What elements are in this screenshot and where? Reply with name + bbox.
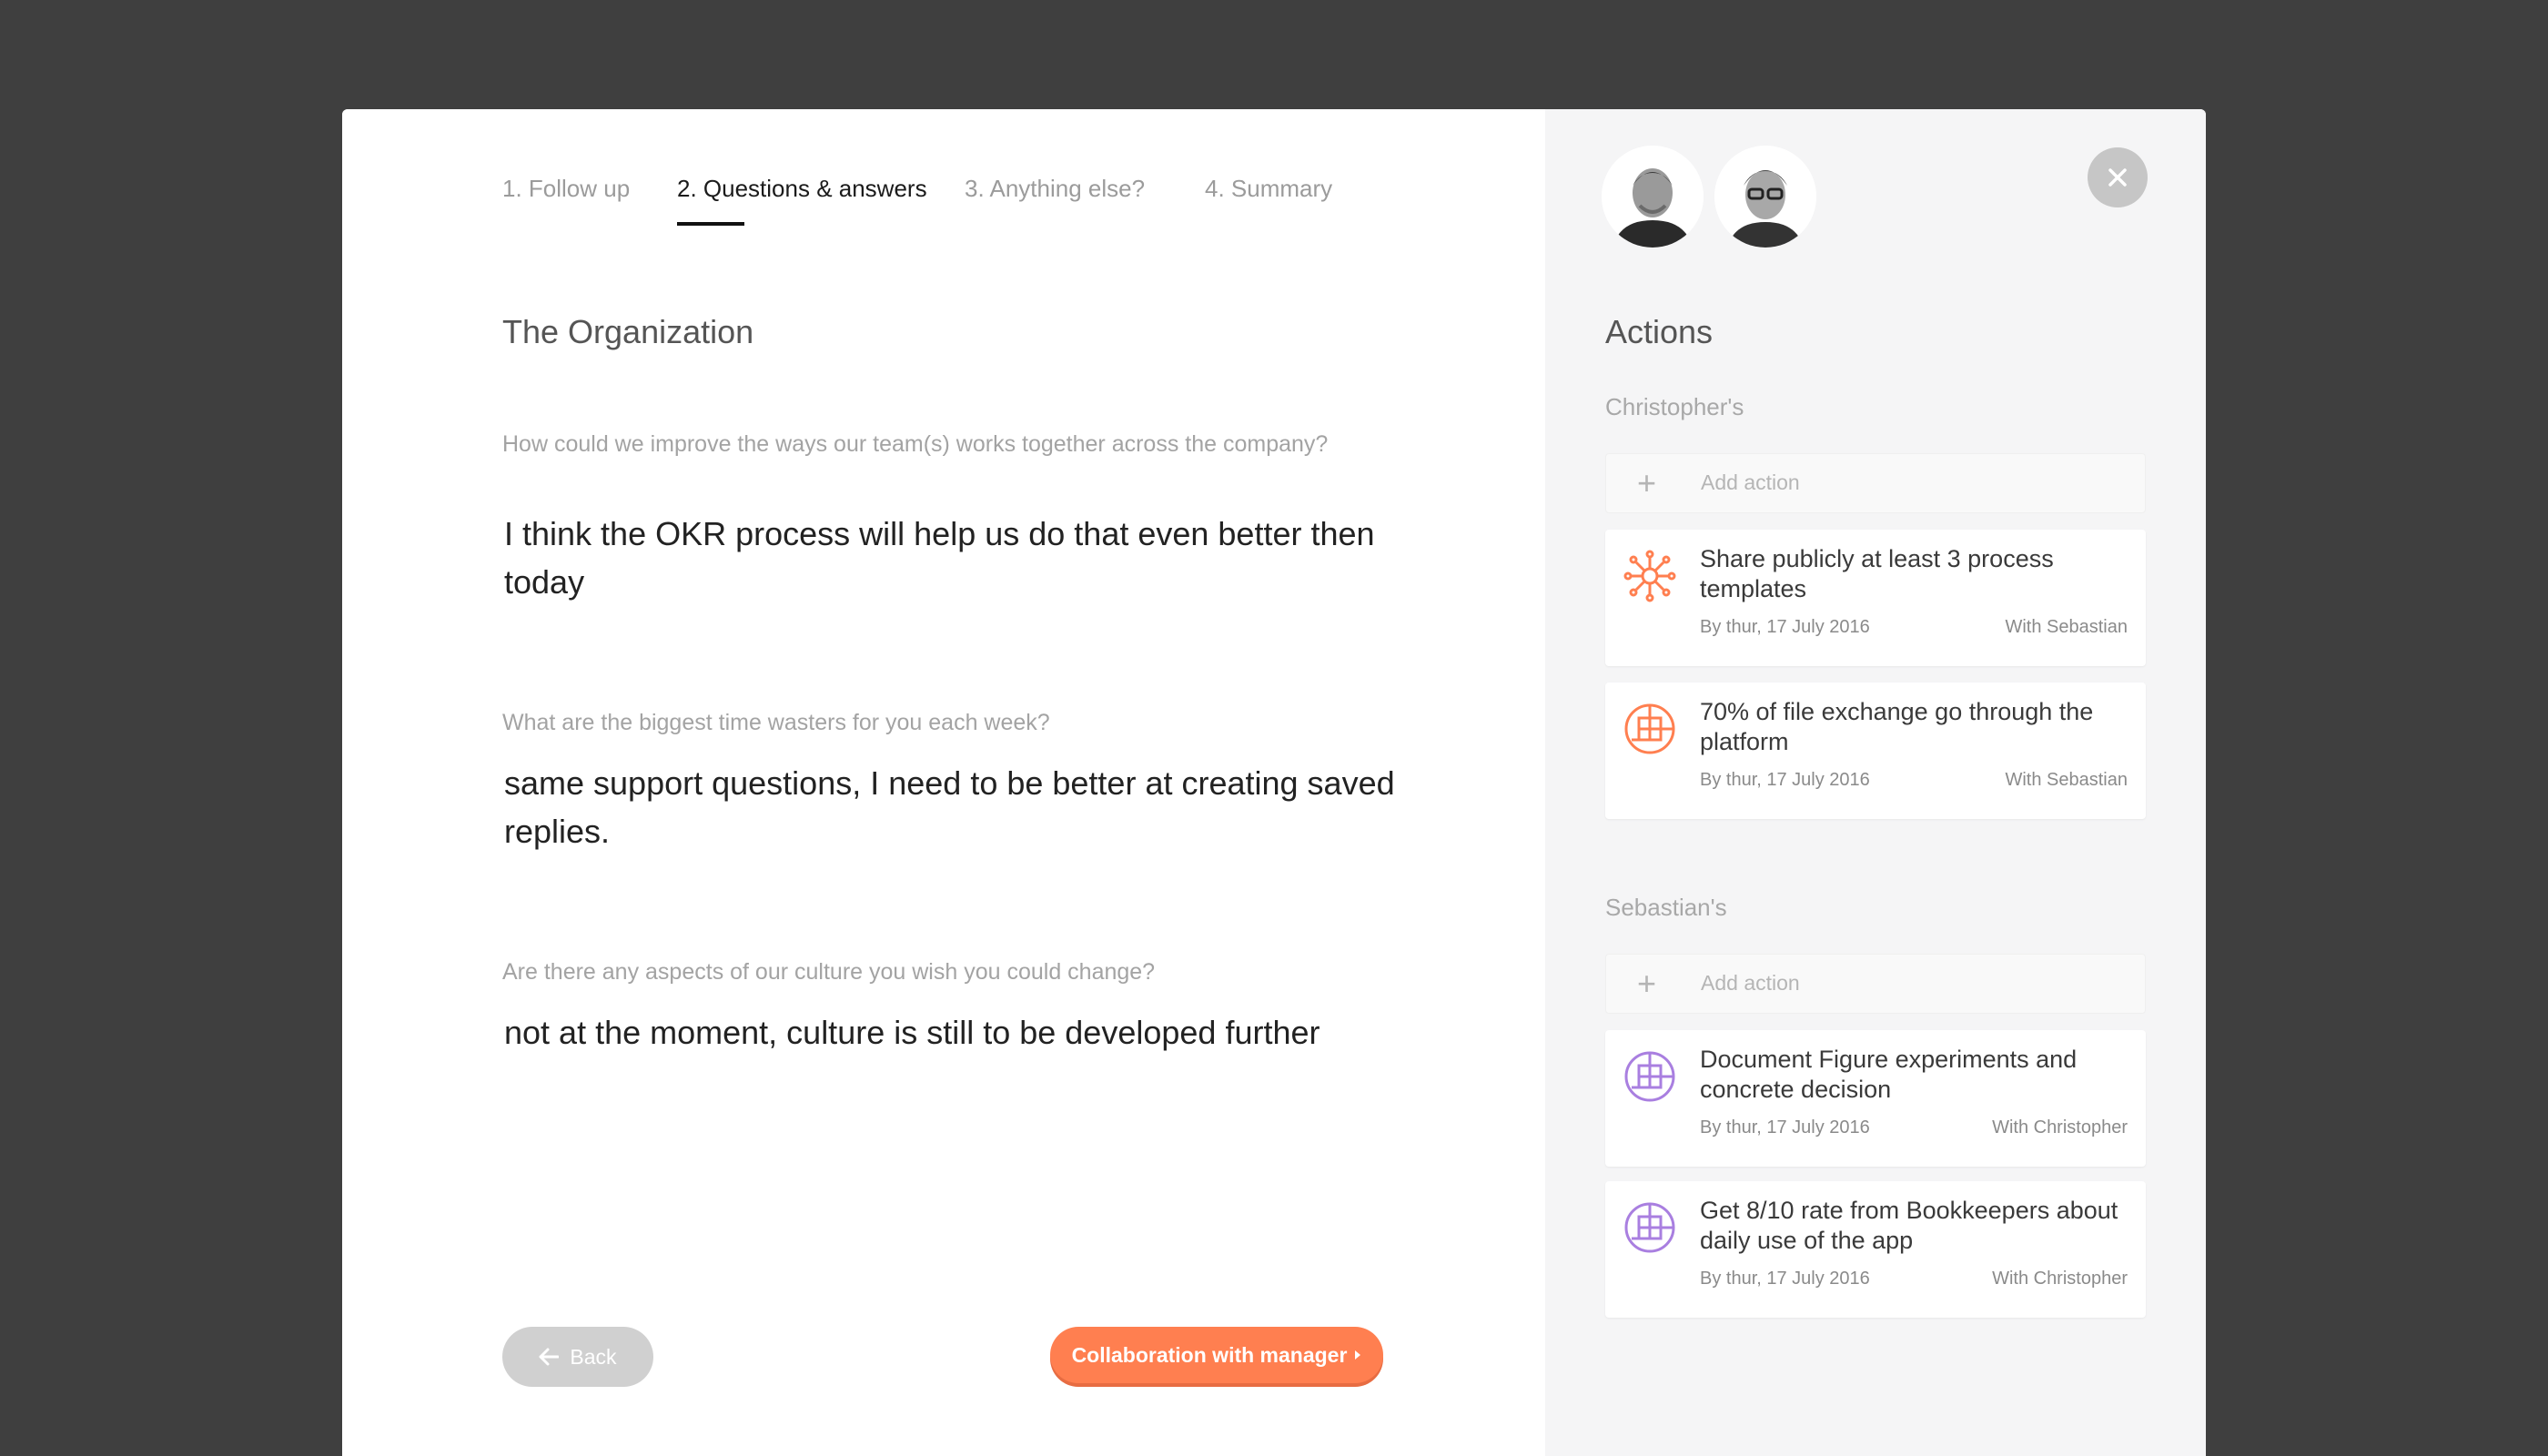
action-card[interactable]: Get 8/10 rate from Bookkeepers about dai… [1605, 1181, 2146, 1318]
grid-circle-icon [1624, 1051, 1675, 1102]
action-with: With Christopher [1992, 1269, 2128, 1289]
action-card[interactable]: 70% of file exchange go through the plat… [1605, 682, 2146, 819]
add-action-label: Add action [1701, 470, 1800, 494]
action-card[interactable]: Share publicly at least 3 process templa… [1605, 530, 2146, 666]
add-action-button[interactable]: + Add action [1605, 453, 2146, 513]
add-action-button[interactable]: + Add action [1605, 954, 2146, 1014]
step-label: 2. Questions & answers [677, 175, 927, 202]
action-date: By thur, 17 July 2016 [1700, 1117, 1870, 1138]
back-label: Back [570, 1344, 617, 1369]
person-avatar-icon [1714, 146, 1816, 248]
question-label: Are there any aspects of our culture you… [502, 959, 1156, 985]
action-card[interactable]: Document Figure experiments and concrete… [1605, 1030, 2146, 1167]
add-action-label: Add action [1701, 971, 1800, 995]
grid-circle-icon [1624, 1202, 1675, 1253]
answer-text[interactable]: I think the OKR process will help us do … [504, 510, 1414, 606]
action-with: With Christopher [1992, 1117, 2128, 1138]
question-label: How could we improve the ways our team(s… [502, 431, 1329, 457]
action-title: 70% of file exchange go through the plat… [1700, 698, 2094, 755]
actions-title: Actions [1605, 313, 1714, 350]
action-title: Share publicly at least 3 process templa… [1700, 545, 2054, 602]
section-title: The Organization [502, 313, 754, 350]
avatar[interactable] [1602, 146, 1704, 248]
plus-icon: + [1637, 464, 1657, 501]
back-button[interactable]: Back [502, 1327, 653, 1387]
group-title: Sebastian's [1605, 894, 1727, 921]
plus-icon: + [1637, 965, 1657, 1002]
person-avatar-icon [1602, 146, 1704, 248]
collab-label: Collaboration with manager [1071, 1342, 1348, 1367]
network-icon [1623, 550, 1676, 602]
review-modal: 1. Follow up 2. Questions & answers 3. A… [342, 109, 2206, 1456]
action-date: By thur, 17 July 2016 [1700, 770, 1870, 790]
caret-right-icon [1355, 1350, 1361, 1360]
active-step-underline [677, 222, 744, 226]
step-summary[interactable]: 4. Summary [1205, 175, 1332, 203]
actions-panel: Actions Christopher's + Add action Share… [1545, 109, 2206, 1456]
avatar[interactable] [1714, 146, 1816, 248]
step-follow-up[interactable]: 1. Follow up [502, 175, 630, 203]
grid-circle-icon [1624, 703, 1675, 754]
close-button[interactable] [2088, 147, 2148, 207]
arrow-left-icon [539, 1348, 560, 1366]
action-with: With Sebastian [2005, 617, 2128, 637]
action-date: By thur, 17 July 2016 [1700, 1269, 1870, 1289]
answer-text[interactable]: same support questions, I need to be bet… [504, 759, 1414, 855]
question-label: What are the biggest time wasters for yo… [502, 710, 1050, 735]
answer-text[interactable]: not at the moment, culture is still to b… [504, 1008, 1414, 1057]
action-date: By thur, 17 July 2016 [1700, 617, 1870, 637]
collaboration-with-manager-button[interactable]: Collaboration with manager [1050, 1327, 1383, 1383]
step-questions-answers[interactable]: 2. Questions & answers [677, 175, 927, 226]
group-title: Christopher's [1605, 393, 1744, 420]
questions-panel: 1. Follow up 2. Questions & answers 3. A… [342, 109, 1545, 1456]
action-with: With Sebastian [2005, 770, 2128, 790]
action-title: Document Figure experiments and concrete… [1700, 1046, 2078, 1103]
action-title: Get 8/10 rate from Bookkeepers about dai… [1700, 1197, 2118, 1254]
close-icon [2108, 168, 2127, 187]
step-anything-else[interactable]: 3. Anything else? [965, 175, 1145, 203]
